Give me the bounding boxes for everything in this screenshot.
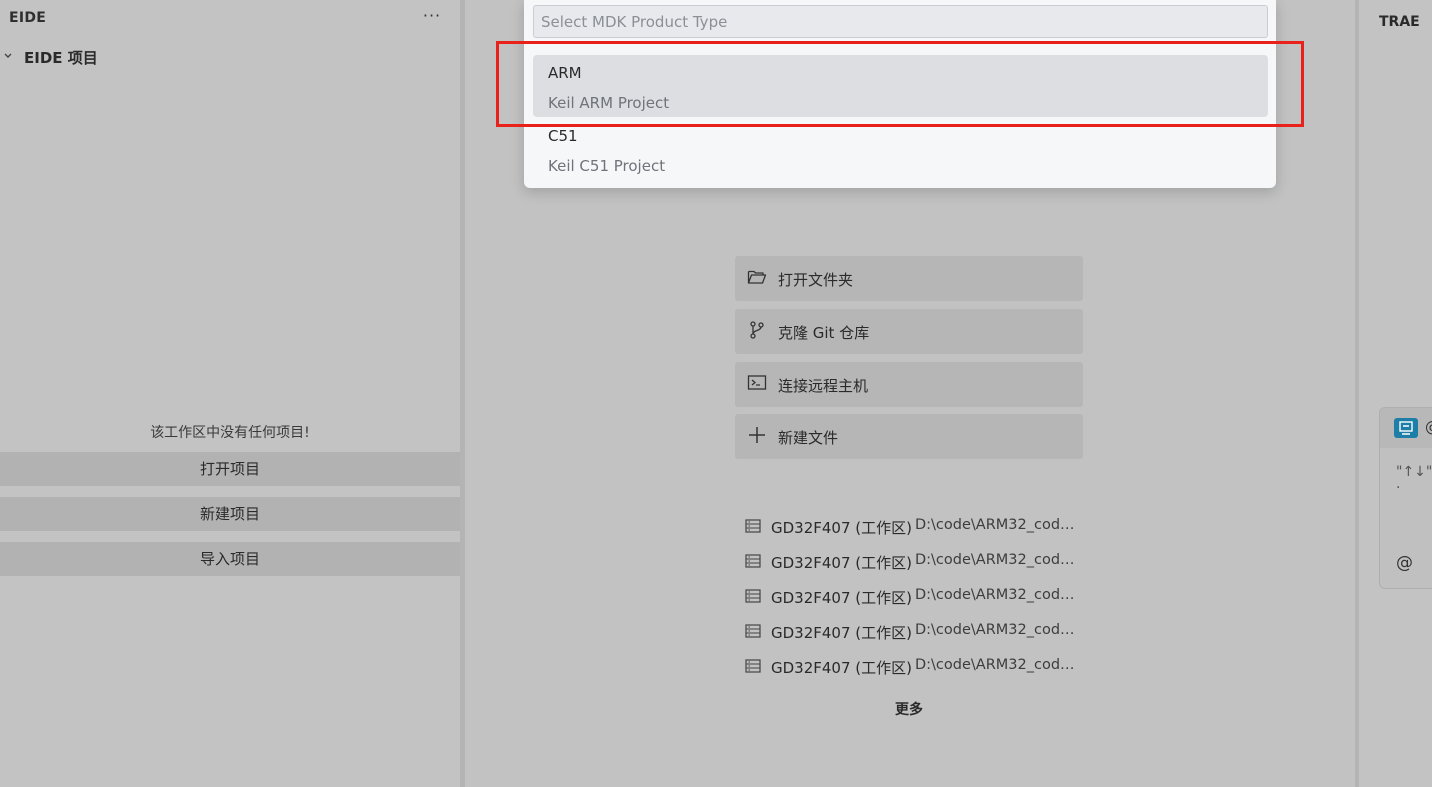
quick-pick-dropdown: ARM Keil ARM Project C51 Keil C51 Projec… xyxy=(524,0,1276,188)
recent-workspace-item[interactable]: GD32F407 (工作区) D:\code\ARM32_code... xyxy=(745,621,1085,643)
item-description: Keil ARM Project xyxy=(548,94,670,112)
workspace-path: D:\code\ARM32_code... xyxy=(915,622,1075,638)
app-window: EIDE ··· EIDE 项目 该工作区中没有任何项目! 打开项目 新建项目 … xyxy=(0,0,1432,787)
section-label: EIDE 项目 xyxy=(24,49,98,67)
folder-open-icon xyxy=(747,267,767,287)
workspace-path: D:\code\ARM32_code... xyxy=(915,657,1075,673)
open-folder-button[interactable]: 打开文件夹 xyxy=(735,256,1083,301)
connect-remote-host-button[interactable]: 连接远程主机 xyxy=(735,362,1083,407)
item-label: ARM xyxy=(548,64,582,82)
action-label: 打开文件夹 xyxy=(778,271,854,289)
item-description: Keil C51 Project xyxy=(548,157,666,175)
empty-workspace-message: 该工作区中没有任何项目! xyxy=(150,425,310,441)
sidebar-title: EIDE xyxy=(9,10,47,26)
workspace-name: GD32F407 (工作区) xyxy=(771,589,912,607)
workspace-icon xyxy=(745,589,761,603)
chat-card-header: @ xyxy=(1380,408,1432,448)
quick-pick-item-c51[interactable]: C51 Keil C51 Project xyxy=(533,118,1268,180)
section-header-eide-projects[interactable]: EIDE 项目 xyxy=(0,46,460,68)
chat-input-card[interactable]: @ "↑↓" · @ xyxy=(1379,407,1432,589)
workspace-path: D:\code\ARM32_code... xyxy=(915,552,1075,568)
recent-workspace-item[interactable]: GD32F407 (工作区) D:\code\ARM32_code... xyxy=(745,586,1085,608)
agent-badge-icon xyxy=(1394,418,1418,438)
new-project-button[interactable]: 新建项目 xyxy=(0,497,460,531)
new-file-button[interactable]: 新建文件 xyxy=(735,414,1083,459)
action-label: 新建文件 xyxy=(778,429,839,447)
workspace-name: GD32F407 (工作区) xyxy=(771,519,912,537)
workspace-icon xyxy=(745,659,761,673)
recent-workspace-item[interactable]: GD32F407 (工作区) D:\code\ARM32_code... xyxy=(745,551,1085,573)
workspace-path: D:\code\ARM32_code... xyxy=(915,517,1075,533)
workspace-name: GD32F407 (工作区) xyxy=(771,554,912,572)
workspace-icon xyxy=(745,624,761,638)
plus-icon xyxy=(747,425,767,445)
import-project-button[interactable]: 导入项目 xyxy=(0,542,460,576)
workspace-name: GD32F407 (工作区) xyxy=(771,659,912,677)
trae-panel xyxy=(1359,0,1432,787)
more-actions-button[interactable]: ··· xyxy=(419,8,445,28)
recent-workspace-item[interactable]: GD32F407 (工作区) D:\code\ARM32_code... xyxy=(745,656,1085,678)
product-type-search-input[interactable] xyxy=(533,5,1268,38)
trae-panel-title: TRAE xyxy=(1379,14,1420,30)
sidebar: EIDE ··· EIDE 项目 该工作区中没有任何项目! 打开项目 新建项目 … xyxy=(0,0,460,787)
mention-button[interactable]: @ xyxy=(1396,553,1413,573)
workspace-path: D:\code\ARM32_code... xyxy=(915,587,1075,603)
chevron-down-icon xyxy=(3,49,13,63)
workspace-icon xyxy=(745,519,761,533)
terminal-icon xyxy=(747,373,767,393)
git-branch-icon xyxy=(747,320,767,340)
sort-symbol: "↑↓" · xyxy=(1396,464,1432,496)
workspace-name: GD32F407 (工作区) xyxy=(771,624,912,642)
workspace-icon xyxy=(745,554,761,568)
open-project-button[interactable]: 打开项目 xyxy=(0,452,460,486)
quick-pick-item-arm[interactable]: ARM Keil ARM Project xyxy=(533,55,1268,117)
action-label: 克隆 Git 仓库 xyxy=(778,324,870,342)
mention-symbol: @ xyxy=(1425,418,1432,436)
action-label: 连接远程主机 xyxy=(778,377,869,395)
clone-git-repo-button[interactable]: 克隆 Git 仓库 xyxy=(735,309,1083,354)
item-label: C51 xyxy=(548,127,578,145)
recent-workspace-item[interactable]: GD32F407 (工作区) D:\code\ARM32_code... xyxy=(745,516,1085,538)
more-recent-link[interactable]: 更多 xyxy=(870,699,948,719)
